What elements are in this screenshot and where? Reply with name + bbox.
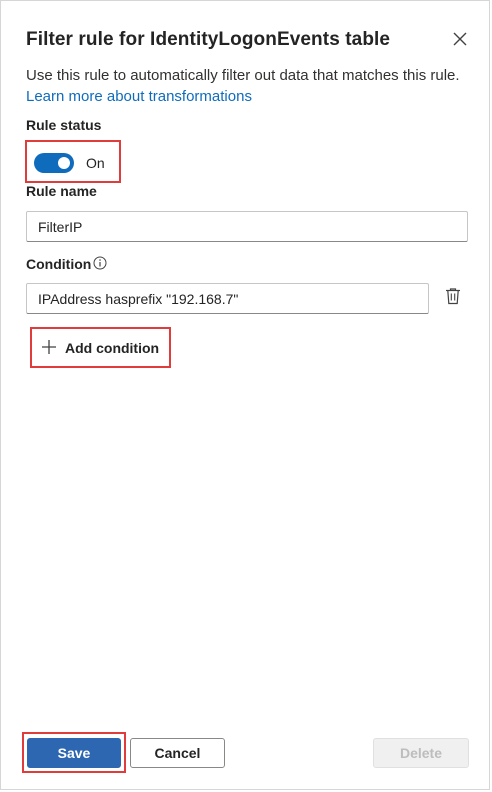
condition-input[interactable]: IPAddress hasprefix "192.168.7" (26, 283, 429, 314)
panel-description: Use this rule to automatically filter ou… (26, 65, 466, 107)
delete-condition-button[interactable] (442, 287, 464, 309)
close-button[interactable] (448, 29, 472, 53)
rule-status-toggle-text: On (86, 155, 105, 171)
rule-name-label: Rule name (26, 183, 97, 199)
panel-title: Filter rule for IdentityLogonEvents tabl… (26, 29, 391, 50)
rule-name-value: FilterIP (38, 218, 83, 235)
add-condition-label: Add condition (65, 340, 160, 356)
filter-rule-panel: Filter rule for IdentityLogonEvents tabl… (0, 0, 490, 790)
rule-status-label: Rule status (26, 117, 102, 133)
add-condition-button[interactable]: Add condition (41, 337, 159, 359)
toggle-knob (58, 157, 70, 169)
condition-label: Condition (26, 256, 92, 272)
rule-status-toggle[interactable] (34, 153, 74, 173)
delete-button[interactable]: Delete (373, 738, 469, 768)
save-button[interactable]: Save (27, 738, 121, 768)
info-icon[interactable] (93, 256, 107, 270)
cancel-button[interactable]: Cancel (130, 738, 225, 768)
rule-name-input[interactable]: FilterIP (26, 211, 468, 242)
condition-value: IPAddress hasprefix "192.168.7" (38, 290, 239, 307)
close-icon (453, 32, 467, 51)
description-text: Use this rule to automatically filter ou… (26, 67, 460, 84)
plus-icon (41, 339, 65, 358)
trash-icon (445, 287, 461, 310)
learn-more-link[interactable]: Learn more about transformations (26, 88, 252, 105)
